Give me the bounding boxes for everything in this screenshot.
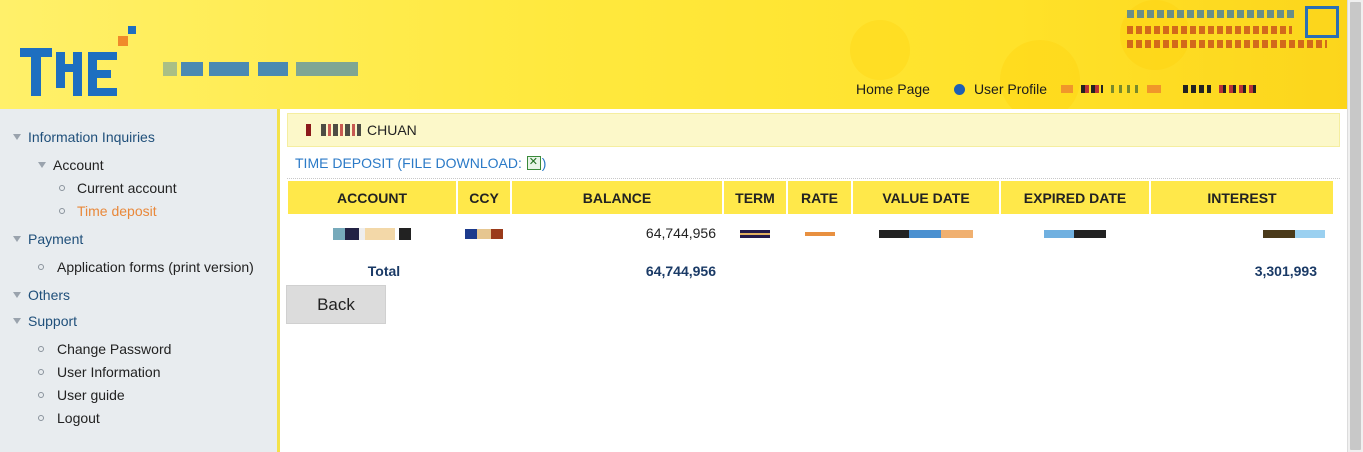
- cell-expired-date: [1001, 214, 1149, 252]
- total-interest: 3,301,993: [1254, 263, 1317, 279]
- total-row: Total 64,744,956 3,301,993: [288, 252, 1333, 290]
- column-header-interest: INTEREST: [1151, 181, 1333, 214]
- bullet-circle-icon: [59, 185, 65, 191]
- bullet-icon: [953, 83, 965, 95]
- sidebar: Information Inquiries Account Current ac…: [0, 109, 280, 452]
- cell-balance: 64,744,956: [645, 225, 716, 241]
- column-header-value-date: VALUE DATE: [853, 181, 999, 214]
- redacted-text: [1081, 85, 1104, 93]
- sidebar-item-time-deposit[interactable]: Time deposit: [77, 203, 157, 219]
- sidebar-item-account[interactable]: Account: [53, 157, 104, 173]
- section-title-suffix: ): [541, 155, 547, 171]
- cell-interest: [1151, 214, 1333, 252]
- section-title-text: TIME DEPOSIT (FILE DOWNLOAD:: [295, 155, 526, 171]
- cell-value-date: [853, 214, 999, 252]
- home-page-link[interactable]: Home Page: [856, 81, 930, 97]
- page-header: Home Page User Profile: [0, 0, 1347, 109]
- bullet-circle-icon: [38, 264, 44, 270]
- bullet-circle-icon: [38, 392, 44, 398]
- cell-ccy: [458, 214, 510, 252]
- sidebar-item-logout[interactable]: Logout: [57, 410, 100, 426]
- cell-account: [288, 214, 456, 252]
- back-button[interactable]: Back: [286, 285, 386, 324]
- expand-triangle-icon: [38, 162, 46, 168]
- header-pattern: [850, 20, 910, 80]
- expand-triangle-icon: [13, 236, 21, 242]
- total-balance: 64,744,956: [645, 263, 716, 279]
- sidebar-item-payment[interactable]: Payment: [28, 231, 83, 247]
- redacted-text: [1147, 85, 1162, 93]
- user-bar: CHUAN: [287, 113, 1340, 147]
- user-name: CHUAN: [367, 122, 417, 138]
- redacted-text: [321, 124, 361, 136]
- sidebar-item-current-account[interactable]: Current account: [77, 180, 177, 196]
- cell-rate: [788, 214, 851, 252]
- redacted-text: [1219, 85, 1260, 93]
- redacted-text: [306, 124, 311, 136]
- bank-name-graphic: [163, 58, 363, 80]
- divider: [287, 178, 1340, 179]
- sidebar-item-user-guide[interactable]: User guide: [57, 387, 125, 403]
- sidebar-item-information-inquiries[interactable]: Information Inquiries: [28, 129, 155, 145]
- vertical-scrollbar[interactable]: [1347, 0, 1363, 452]
- redacted-text: [1111, 85, 1140, 93]
- redacted-text: [1183, 85, 1212, 93]
- top-nav: Home Page User Profile: [856, 80, 1260, 98]
- bank-logo: [20, 26, 136, 96]
- column-header-account: ACCOUNT: [288, 181, 456, 214]
- user-profile-link[interactable]: User Profile: [974, 81, 1047, 97]
- sidebar-item-change-password[interactable]: Change Password: [57, 341, 171, 357]
- column-header-expired-date: EXPIRED DATE: [1001, 181, 1149, 214]
- expand-triangle-icon: [13, 134, 21, 140]
- time-deposit-table: ACCOUNT CCY BALANCE TERM RATE VALUE DATE…: [286, 181, 1335, 290]
- cell-term: [724, 214, 786, 252]
- sidebar-item-support[interactable]: Support: [28, 313, 77, 329]
- brand-graphic: [1127, 6, 1339, 54]
- sidebar-item-others[interactable]: Others: [28, 287, 70, 303]
- bullet-circle-icon: [38, 415, 44, 421]
- header-pattern: [1000, 40, 1080, 109]
- bullet-circle-icon: [59, 208, 65, 214]
- section-title: TIME DEPOSIT (FILE DOWNLOAD: ): [295, 155, 546, 171]
- bullet-circle-icon: [38, 346, 44, 352]
- column-header-balance: BALANCE: [512, 181, 722, 214]
- column-header-ccy: CCY: [458, 181, 510, 214]
- expand-triangle-icon: [13, 318, 21, 324]
- sidebar-item-application-forms[interactable]: Application forms (print version): [57, 259, 254, 275]
- redacted-text: [1061, 85, 1074, 93]
- table-row: 64,744,956: [288, 214, 1333, 252]
- expand-triangle-icon: [13, 292, 21, 298]
- bullet-circle-icon: [38, 369, 44, 375]
- scrollbar-thumb[interactable]: [1350, 2, 1361, 450]
- excel-download-icon[interactable]: [526, 155, 541, 170]
- column-header-term: TERM: [724, 181, 786, 214]
- sidebar-item-user-information[interactable]: User Information: [57, 364, 160, 380]
- column-header-rate: RATE: [788, 181, 851, 214]
